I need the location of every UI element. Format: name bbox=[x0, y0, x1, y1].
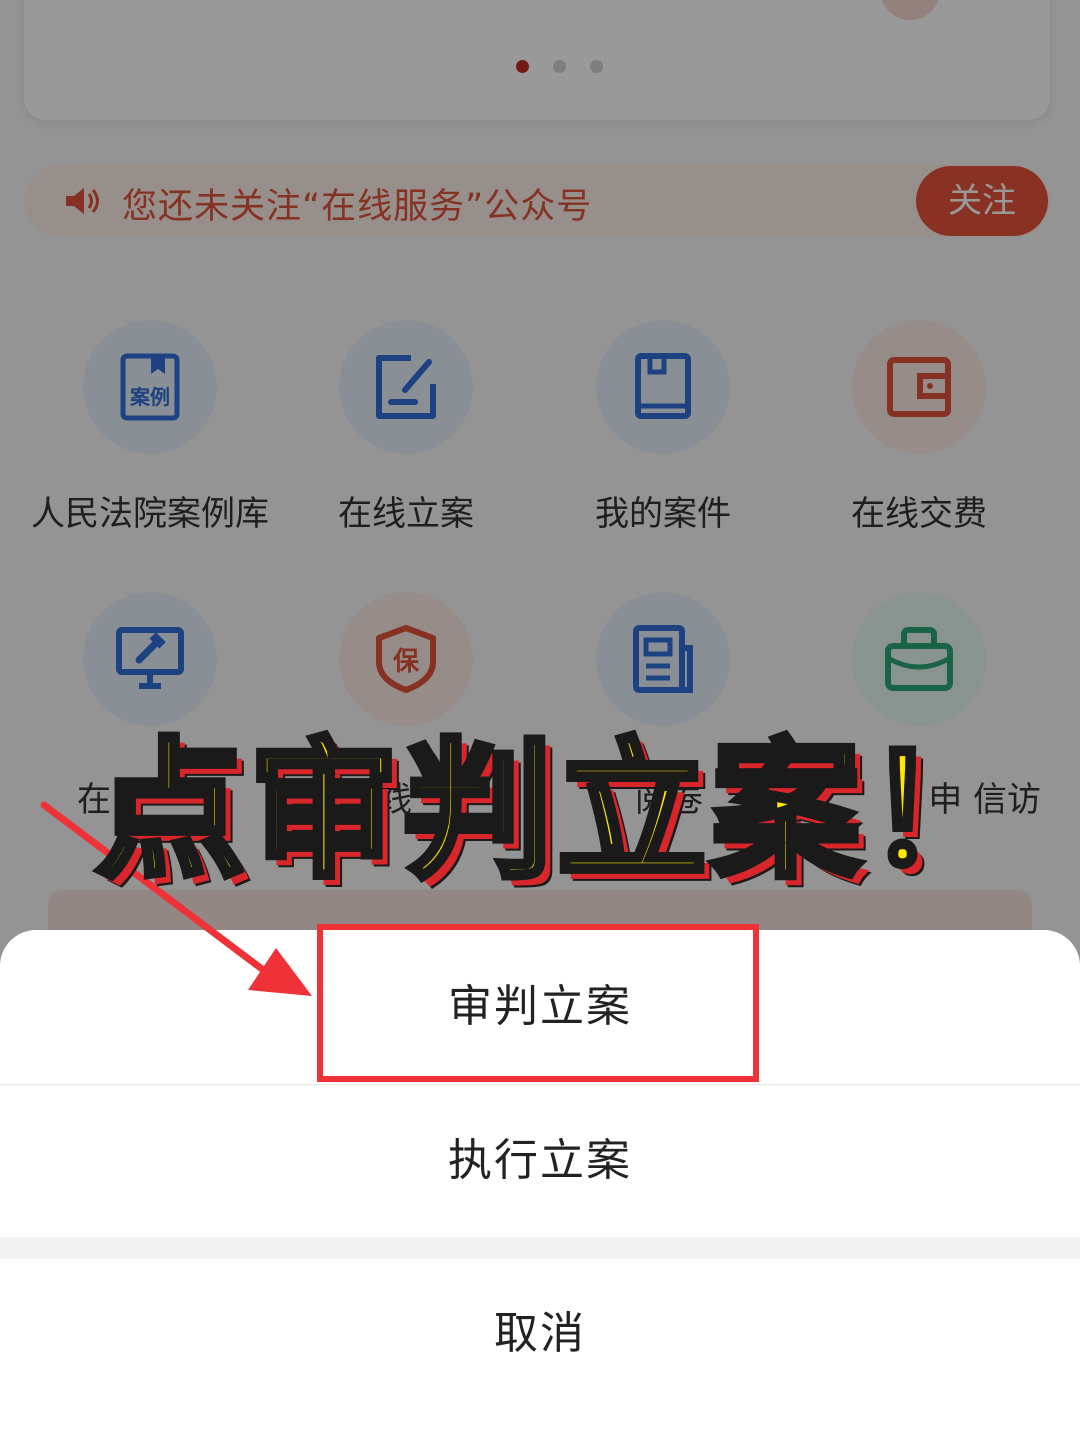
execution-filing-option[interactable]: 执行立案 bbox=[0, 1085, 1080, 1237]
app-page: 您还未关注“在线服务”公众号 关注 案例 人民法院案例库 在线立案 我的案件 在… bbox=[0, 0, 1080, 1439]
sheet-divider bbox=[0, 1237, 1080, 1259]
highlight-box bbox=[317, 924, 759, 1082]
cancel-button[interactable]: 取消 bbox=[0, 1259, 1080, 1409]
tutorial-headline: 点审判立案！ bbox=[92, 722, 1020, 902]
